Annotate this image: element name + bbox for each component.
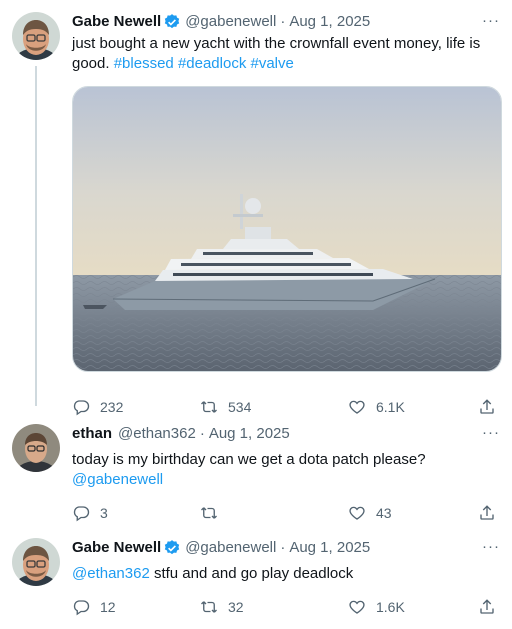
tweet-text: today is my birthday can we get a dota p… — [72, 450, 500, 490]
like-count: 1.6K — [376, 599, 405, 615]
tweet-header: Gabe Newell @gabenewell · Aug 1, 2025 — [72, 538, 500, 558]
retweet-count: 534 — [228, 399, 252, 415]
retweet-icon — [200, 598, 218, 616]
tweet-actions: 3 43 — [72, 504, 500, 524]
mention-link[interactable]: @gabenewell — [72, 471, 163, 488]
more-options-icon[interactable]: ··· — [482, 12, 500, 29]
retweet-count: 32 — [228, 599, 244, 615]
mention-link[interactable]: @ethan362 — [72, 565, 150, 582]
reply-count: 12 — [100, 599, 116, 615]
avatar[interactable] — [12, 538, 60, 586]
tweet-date[interactable]: Aug 1, 2025 — [289, 538, 370, 558]
more-options-icon[interactable]: ··· — [482, 424, 500, 441]
author-name[interactable]: ethan — [72, 424, 112, 444]
retweet-icon — [200, 398, 218, 416]
retweet-button[interactable] — [200, 504, 228, 522]
retweet-button[interactable]: 534 — [200, 398, 251, 416]
yacht-image — [73, 87, 501, 371]
hashtag-link[interactable]: #blessed — [114, 55, 174, 72]
tweet[interactable]: ethan @ethan362 · Aug 1, 2025 ··· today … — [0, 424, 512, 524]
tweet[interactable]: Gabe Newell @gabenewell · Aug 1, 2025 ··… — [0, 538, 512, 626]
like-icon — [348, 504, 366, 522]
reply-count: 232 — [100, 399, 124, 415]
separator: · — [280, 13, 286, 30]
reply-icon — [72, 598, 90, 616]
verified-icon — [163, 13, 181, 31]
share-button[interactable] — [478, 398, 506, 416]
tweet[interactable]: Gabe Newell @gabenewell · Aug 1, 2025 ··… — [0, 12, 512, 412]
reply-button[interactable]: 232 — [72, 398, 123, 416]
reply-button[interactable]: 12 — [72, 598, 116, 616]
like-button[interactable]: 6.1K — [348, 398, 405, 416]
tweet-body: today is my birthday can we get a dota p… — [72, 451, 426, 468]
tweet-date[interactable]: Aug 1, 2025 — [209, 424, 290, 444]
tweet-date[interactable]: Aug 1, 2025 — [289, 12, 370, 32]
retweet-icon — [200, 504, 218, 522]
reply-count: 3 — [100, 505, 108, 521]
tweet-body: stfu and and go play deadlock — [149, 565, 354, 582]
separator: · — [199, 425, 205, 442]
tweet-header: Gabe Newell @gabenewell · Aug 1, 2025 — [72, 12, 500, 32]
author-handle[interactable]: @gabenewell — [185, 12, 276, 32]
share-icon — [478, 598, 496, 616]
hashtag-link[interactable]: #valve — [251, 55, 294, 72]
share-icon — [478, 398, 496, 416]
reply-button[interactable]: 3 — [72, 504, 108, 522]
more-options-icon[interactable]: ··· — [482, 538, 500, 555]
like-button[interactable]: 43 — [348, 504, 392, 522]
tweet-actions: 12 32 1.6K — [72, 598, 500, 618]
like-count: 6.1K — [376, 399, 405, 415]
share-button[interactable] — [478, 504, 506, 522]
tweet-text: @ethan362 stfu and and go play deadlock — [72, 564, 500, 584]
tweet-text: just bought a new yacht with the crownfa… — [72, 34, 500, 74]
retweet-button[interactable]: 32 — [200, 598, 244, 616]
author-name[interactable]: Gabe Newell — [72, 12, 161, 32]
like-count: 43 — [376, 505, 392, 521]
tweet-actions: 232 534 6.1K — [72, 398, 500, 418]
author-handle[interactable]: @gabenewell — [185, 538, 276, 558]
like-button[interactable]: 1.6K — [348, 598, 405, 616]
author-handle[interactable]: @ethan362 — [118, 424, 196, 444]
yacht-photo[interactable] — [72, 86, 502, 372]
reply-icon — [72, 398, 90, 416]
separator: · — [280, 539, 286, 556]
verified-icon — [163, 539, 181, 557]
avatar[interactable] — [12, 12, 60, 60]
share-icon — [478, 504, 496, 522]
reply-icon — [72, 504, 90, 522]
avatar[interactable] — [12, 424, 60, 472]
like-icon — [348, 398, 366, 416]
author-name[interactable]: Gabe Newell — [72, 538, 161, 558]
share-button[interactable] — [478, 598, 506, 616]
hashtag-link[interactable]: #deadlock — [178, 55, 246, 72]
like-icon — [348, 598, 366, 616]
tweet-header: ethan @ethan362 · Aug 1, 2025 — [72, 424, 500, 444]
